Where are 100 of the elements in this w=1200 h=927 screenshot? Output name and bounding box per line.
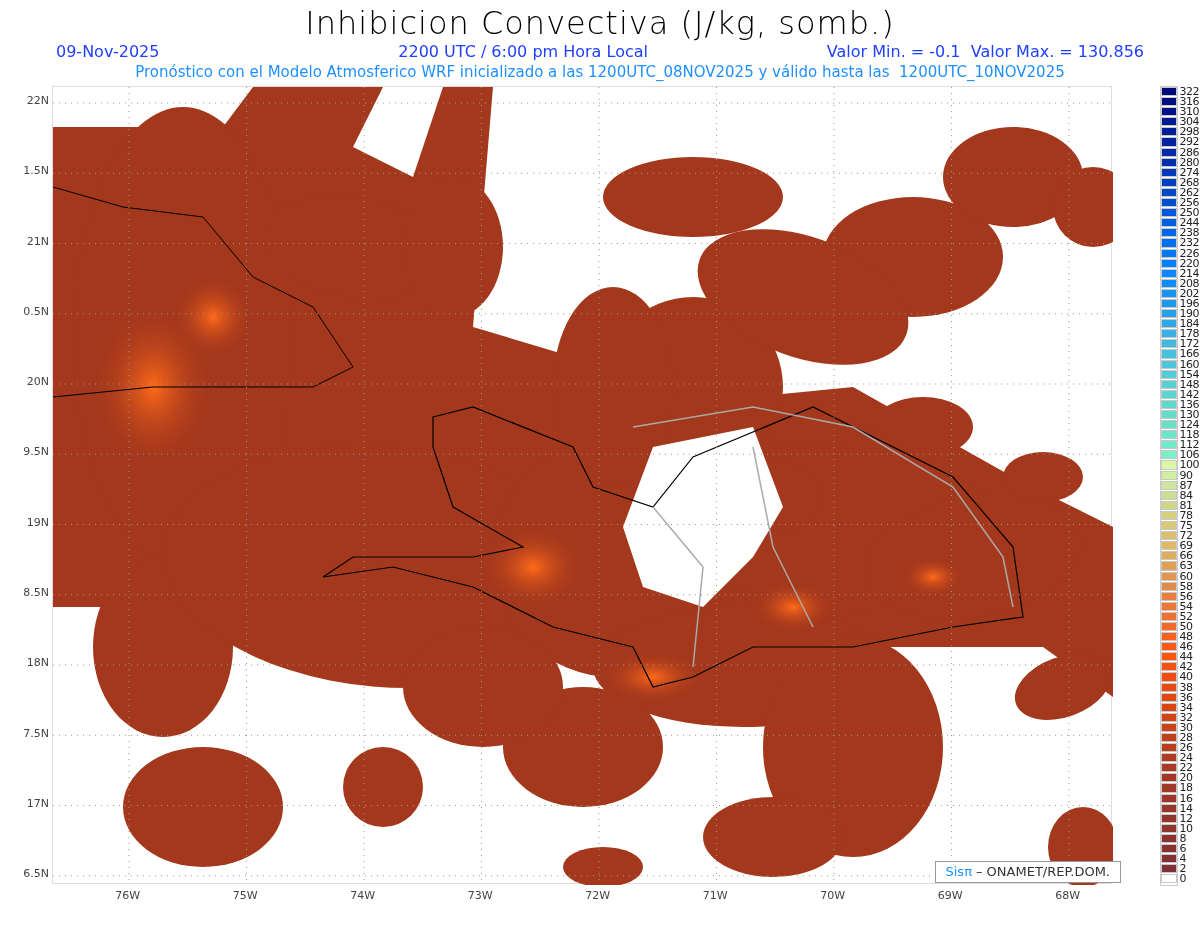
legend-label: 2 bbox=[1179, 864, 1186, 875]
legend-label: 112 bbox=[1179, 440, 1199, 451]
longitude-label: 70W bbox=[819, 888, 847, 904]
longitude-label: 73W bbox=[466, 888, 494, 904]
legend-label: 100 bbox=[1179, 460, 1199, 471]
legend-label: 232 bbox=[1179, 238, 1199, 249]
legend-label: 6 bbox=[1179, 844, 1186, 855]
legend-label: 38 bbox=[1179, 682, 1193, 693]
latitude-label: 20N bbox=[26, 375, 49, 391]
credit-text: – ONAMET/REP.DOM. bbox=[975, 863, 1110, 882]
legend-label: 184 bbox=[1179, 319, 1199, 330]
legend-label: 196 bbox=[1179, 298, 1199, 309]
legend-label: 46 bbox=[1179, 642, 1193, 653]
legend-label: 78 bbox=[1179, 510, 1193, 521]
legend-label: 90 bbox=[1179, 470, 1193, 481]
legend-label: 190 bbox=[1179, 309, 1199, 320]
legend-label: 50 bbox=[1179, 621, 1193, 632]
legend-label: 28 bbox=[1179, 733, 1193, 743]
legend-label: 166 bbox=[1179, 349, 1199, 360]
legend-label: 238 bbox=[1179, 228, 1199, 239]
legend-label: 202 bbox=[1179, 288, 1199, 299]
legend-label: 58 bbox=[1179, 581, 1193, 592]
legend-label: 10 bbox=[1179, 823, 1193, 834]
legend-label: 22 bbox=[1179, 763, 1193, 774]
latitude-label: 21N bbox=[26, 234, 49, 250]
legend-label: 54 bbox=[1179, 601, 1193, 612]
legend-label: 16 bbox=[1179, 793, 1193, 804]
legend-label: 136 bbox=[1179, 399, 1199, 410]
legend-label: 208 bbox=[1179, 278, 1199, 289]
legend-label: 12 bbox=[1179, 813, 1193, 824]
legend-label: 42 bbox=[1179, 662, 1193, 673]
legend-label: 118 bbox=[1179, 430, 1199, 441]
legend-label: 274 bbox=[1179, 167, 1199, 178]
latitude-label: 18N bbox=[26, 656, 49, 672]
legend-label: 0 bbox=[1179, 874, 1186, 885]
legend-label: 292 bbox=[1179, 137, 1199, 148]
legend-label: 30 bbox=[1179, 722, 1193, 733]
legend-label: 87 bbox=[1179, 480, 1193, 491]
legend-label: 14 bbox=[1179, 803, 1193, 814]
legend-label: 148 bbox=[1179, 379, 1199, 390]
legend-label: 250 bbox=[1179, 208, 1199, 219]
forecast-time: 2200 UTC / 6:00 pm Hora Local bbox=[398, 42, 648, 62]
legend-label: 220 bbox=[1179, 258, 1199, 269]
longitude-label: 69W bbox=[936, 888, 964, 904]
forecast-date: 09-Nov-2025 bbox=[56, 42, 160, 62]
legend-label: 244 bbox=[1179, 218, 1199, 229]
legend-label: 52 bbox=[1179, 611, 1193, 622]
legend-label: 310 bbox=[1179, 107, 1199, 118]
longitude-label: 68W bbox=[1054, 888, 1082, 904]
legend-label: 286 bbox=[1179, 147, 1199, 158]
legend-label: 72 bbox=[1179, 531, 1193, 542]
legend-label: 26 bbox=[1179, 743, 1193, 754]
latitude-label: 9.5N bbox=[23, 445, 49, 461]
legend-label: 60 bbox=[1179, 571, 1193, 582]
legend-label: 66 bbox=[1179, 551, 1193, 562]
legend-label: 24 bbox=[1179, 753, 1193, 764]
longitude-label: 74W bbox=[349, 888, 377, 904]
legend-label: 124 bbox=[1179, 420, 1199, 431]
legend-label: 322 bbox=[1179, 87, 1199, 97]
legend-label: 256 bbox=[1179, 198, 1199, 209]
legend-label: 69 bbox=[1179, 541, 1193, 552]
legend-label: 18 bbox=[1179, 783, 1193, 794]
legend-label: 178 bbox=[1179, 329, 1199, 340]
legend-label: 75 bbox=[1179, 521, 1193, 532]
value-range: Valor Min. = -0.1 Valor Max. = 130.856 bbox=[826, 42, 1144, 62]
legend-label: 44 bbox=[1179, 652, 1193, 663]
latitude-label: 7.5N bbox=[23, 726, 49, 742]
longitude-label: 72W bbox=[584, 888, 612, 904]
legend-label: 56 bbox=[1179, 591, 1193, 602]
legend-label: 160 bbox=[1179, 359, 1199, 370]
legend-label: 20 bbox=[1179, 773, 1193, 784]
forecast-subtitle: Pronóstico con el Modelo Atmosferico WRF inicializado a las 1200UTC_08NOV2025 y válido hasta las 1200UTC_10NOV2025 bbox=[135, 62, 1065, 82]
chart-title: Inhibicion Convectiva (J/kg, somb.) bbox=[305, 4, 895, 42]
legend-label: 8 bbox=[1179, 833, 1186, 844]
legend-label: 280 bbox=[1179, 157, 1199, 168]
latitude-label: 17N bbox=[26, 796, 49, 812]
longitude-label: 71W bbox=[701, 888, 729, 904]
legend-label: 154 bbox=[1179, 369, 1199, 380]
legend-label: 34 bbox=[1179, 702, 1193, 713]
legend-label: 262 bbox=[1179, 187, 1199, 198]
latitude-label: 19N bbox=[26, 515, 49, 531]
legend-label: 226 bbox=[1179, 248, 1199, 259]
legend-label: 298 bbox=[1179, 127, 1199, 138]
credit-brand: Sisπ bbox=[945, 863, 972, 882]
legend-label: 214 bbox=[1179, 268, 1199, 279]
legend-label: 142 bbox=[1179, 389, 1199, 400]
legend-label: 63 bbox=[1179, 561, 1193, 572]
latitude-label: 6.5N bbox=[23, 867, 49, 883]
legend-label: 84 bbox=[1179, 490, 1193, 501]
legend-label: 36 bbox=[1179, 692, 1193, 703]
legend-label: 304 bbox=[1179, 117, 1199, 128]
legend-label: 316 bbox=[1179, 97, 1199, 108]
latitude-label: 8.5N bbox=[23, 586, 49, 602]
legend-label: 106 bbox=[1179, 450, 1199, 461]
legend-label: 48 bbox=[1179, 632, 1193, 643]
legend-label: 4 bbox=[1179, 854, 1186, 865]
longitude-label: 76W bbox=[114, 888, 142, 904]
latitude-label: 0.5N bbox=[23, 304, 49, 320]
legend-label: 268 bbox=[1179, 177, 1199, 188]
longitude-label: 75W bbox=[231, 888, 259, 904]
